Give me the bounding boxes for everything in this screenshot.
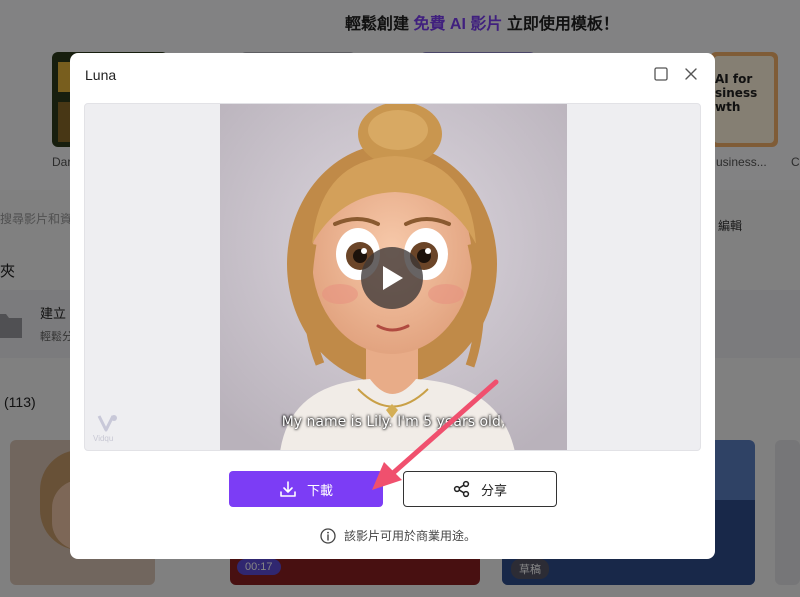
- watermark-text: Vidqu: [93, 434, 114, 443]
- commercial-use-text: 該影片可用於商業用途。: [344, 529, 477, 543]
- download-button[interactable]: 下載: [229, 471, 383, 507]
- modal-title: Luna: [85, 67, 117, 83]
- video-player[interactable]: My name is Lily. I'm 5 years old,: [220, 104, 567, 450]
- commercial-use-note: 該影片可用於商業用途。: [320, 527, 476, 544]
- share-button[interactable]: 分享: [403, 471, 557, 507]
- download-icon: [280, 481, 296, 497]
- close-icon: [685, 68, 697, 80]
- video-preview-modal: Luna My name is Lily. I'm 5 years old, V…: [70, 53, 715, 559]
- close-button[interactable]: [681, 64, 701, 84]
- play-button[interactable]: [361, 247, 423, 309]
- maximize-button[interactable]: [651, 64, 671, 84]
- share-label: 分享: [480, 482, 507, 498]
- maximize-icon: [654, 67, 668, 81]
- share-icon: [453, 480, 470, 498]
- watermark-logo-icon: [97, 415, 117, 432]
- video-preview: My name is Lily. I'm 5 years old, Vidqu: [84, 103, 701, 451]
- play-icon: [383, 266, 403, 290]
- info-icon: [320, 527, 336, 544]
- download-label: 下載: [306, 482, 333, 498]
- video-subtitle: My name is Lily. I'm 5 years old,: [281, 414, 506, 430]
